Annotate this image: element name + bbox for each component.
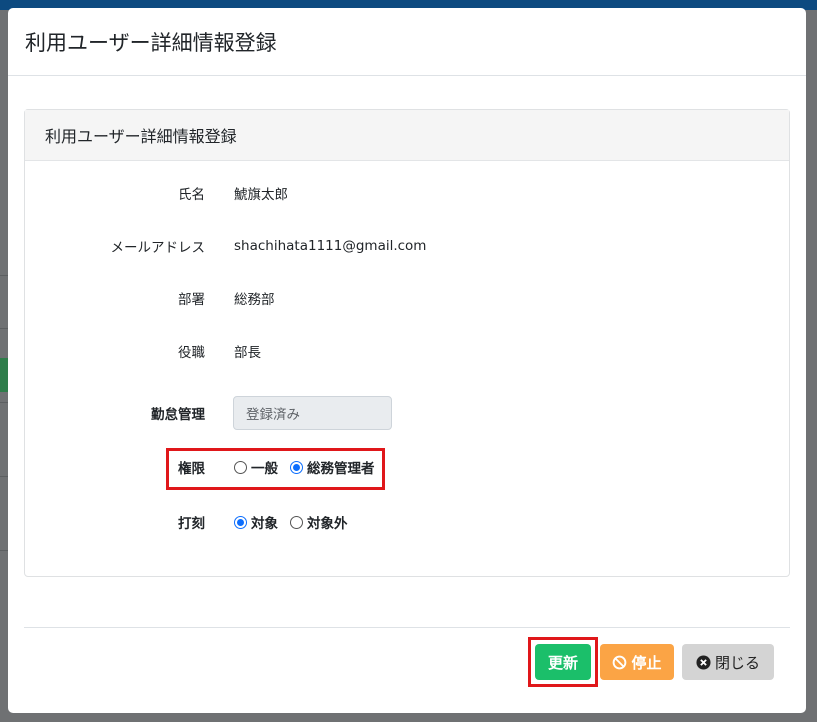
attendance-field: 登録済み (233, 396, 392, 430)
close-circle-icon (696, 654, 711, 670)
stamp-option-label: 対象外 (307, 516, 348, 532)
stamp-option-label: 対象 (251, 516, 278, 532)
name-row: 氏名 鯱旗太郎 (25, 176, 791, 210)
attendance-label: 勤怠管理 (151, 407, 205, 423)
stamp-option-excluded[interactable]: 対象外 (290, 512, 348, 532)
permission-option-label: 総務管理者 (307, 461, 375, 477)
permission-option-admin[interactable]: 総務管理者 (290, 457, 375, 477)
radio-button-checked[interactable] (234, 515, 247, 529)
permission-option-label: 一般 (251, 461, 278, 477)
department-label: 部署 (178, 292, 205, 308)
email-label: メールアドレス (110, 240, 206, 256)
name-label: 氏名 (178, 187, 205, 203)
stop-button[interactable]: 停止 (600, 644, 674, 680)
radio-button-checked[interactable] (290, 460, 303, 474)
position-label: 役職 (178, 345, 205, 361)
modal-header: 利用ユーザー詳細情報登録 (8, 8, 806, 76)
permission-label: 権限 (178, 461, 205, 477)
prohibited-icon (612, 655, 627, 670)
stop-button-label: 停止 (631, 653, 662, 672)
radio-button[interactable] (234, 460, 247, 474)
email-row: メールアドレス shachihata1111@gmail.com (25, 229, 791, 263)
stamp-radio-group: 対象 対象外 (234, 512, 360, 532)
update-button[interactable]: 更新 (535, 644, 591, 680)
stamp-label: 打刻 (178, 516, 205, 532)
attendance-row: 勤怠管理 登録済み (25, 396, 791, 430)
close-button-label: 閉じる (714, 653, 760, 672)
user-detail-card: 利用ユーザー詳細情報登録 氏名 鯱旗太郎 メールアドレス shachihata1… (24, 109, 790, 577)
email-value: shachihata1111@gmail.com (234, 238, 427, 254)
permission-radio-group: 一般 総務管理者 (234, 457, 387, 477)
position-value: 部長 (234, 345, 261, 361)
stamp-option-target[interactable]: 対象 (234, 512, 278, 532)
radio-button[interactable] (290, 515, 303, 529)
department-row: 部署 総務部 (25, 281, 791, 315)
name-value: 鯱旗太郎 (234, 187, 288, 203)
permission-row: 権限 一般 総務管理者 (25, 450, 791, 484)
close-button[interactable]: 閉じる (682, 644, 774, 680)
stamp-row: 打刻 対象 対象外 (25, 505, 791, 539)
footer-divider (24, 627, 790, 628)
department-value: 総務部 (234, 292, 275, 308)
card-header: 利用ユーザー詳細情報登録 (25, 110, 789, 161)
position-row: 役職 部長 (25, 334, 791, 368)
background-green-button (0, 358, 8, 392)
user-detail-modal: 利用ユーザー詳細情報登録 利用ユーザー詳細情報登録 氏名 鯱旗太郎 メールアドレ… (8, 8, 806, 713)
modal-title: 利用ユーザー詳細情報登録 (25, 30, 277, 55)
permission-option-general[interactable]: 一般 (234, 457, 278, 477)
